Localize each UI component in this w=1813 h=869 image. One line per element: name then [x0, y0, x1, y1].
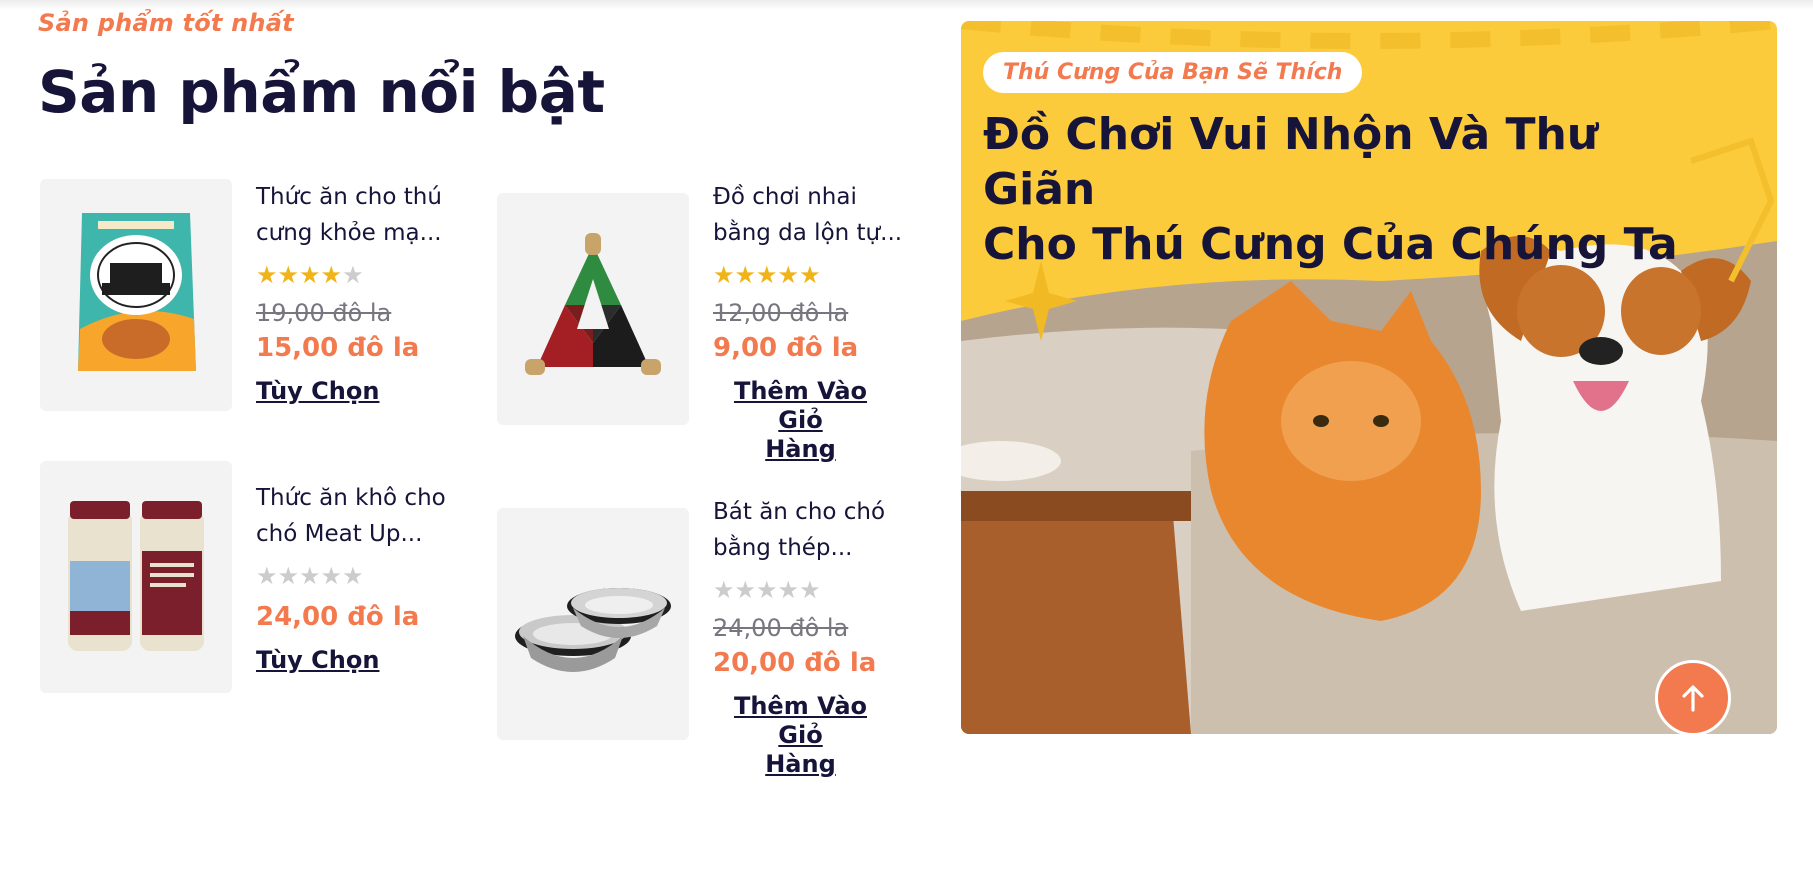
old-price: 24,00 đô la [713, 614, 849, 642]
section-eyebrow: Sản phẩm tốt nhất [38, 9, 294, 37]
star-icon: ★ [777, 261, 800, 289]
dog-treat-jars-icon [68, 501, 204, 651]
product-name[interactable]: Đồ chơi nhai bằng da lộn tự... [713, 179, 913, 251]
steel-bowls-icon [515, 588, 671, 672]
pet-food-pouch-icon [78, 213, 196, 371]
rating-stars: ★★★★★ [713, 261, 913, 289]
star-icon: ★ [342, 562, 364, 590]
sale-price: 15,00 đô la [256, 333, 420, 363]
star-icon: ★ [799, 261, 821, 289]
star-icon: ★ [277, 261, 300, 289]
star-icon: ★ [320, 562, 343, 590]
add-to-cart-button[interactable]: Thêm Vào Giỏ Hàng [713, 692, 888, 779]
chew-toy-icon [525, 233, 661, 375]
product-image-2[interactable] [497, 193, 689, 425]
star-icon: ★ [713, 261, 735, 289]
rating-stars: ★★★★★ [256, 261, 456, 289]
old-price: 19,00 đô la [256, 299, 392, 327]
product-card-2: Đồ chơi nhai bằng da lộn tự... ★★★★★ 12,… [497, 179, 917, 463]
star-icon: ★ [734, 261, 757, 289]
star-icon: ★ [342, 261, 364, 289]
star-icon: ★ [299, 261, 321, 289]
banner-title[interactable]: Đồ Chơi Vui Nhộn Và Thư Giãn Cho Thú Cưn… [983, 107, 1703, 272]
star-icon: ★ [320, 261, 343, 289]
arrow-up-icon [1682, 685, 1704, 712]
star-icon: ★ [756, 576, 778, 604]
sale-price: 9,00 đô la [713, 333, 859, 363]
sale-price: 24,00 đô la [256, 602, 420, 632]
banner-badge: Thú Cưng Của Bạn Sẽ Thích [983, 52, 1363, 93]
promo-banner[interactable]: Thú Cưng Của Bạn Sẽ Thích Đồ Chơi Vui Nh… [961, 21, 1777, 734]
product-card-3: Thức ăn khô cho chó Meat Up... ★★★★★ 24,… [40, 461, 460, 740]
product-card-1: Thức ăn cho thú cưng khỏe mạ... ★★★★★ 19… [40, 179, 460, 439]
star-icon: ★ [277, 562, 300, 590]
product-image-4[interactable] [497, 508, 689, 740]
scroll-to-top-button[interactable] [1655, 660, 1731, 736]
star-icon: ★ [777, 576, 800, 604]
product-name[interactable]: Thức ăn khô cho chó Meat Up... [256, 480, 456, 552]
star-icon: ★ [799, 576, 821, 604]
product-info-1: Thức ăn cho thú cưng khỏe mạ... ★★★★★ 19… [256, 179, 456, 405]
product-info-3: Thức ăn khô cho chó Meat Up... ★★★★★ 24,… [256, 480, 456, 674]
options-button[interactable]: Tùy Chọn [256, 646, 379, 674]
product-info-4: Bát ăn cho chó bằng thép... ★★★★★ 24,00 … [713, 494, 913, 779]
rating-stars: ★★★★★ [713, 576, 913, 604]
product-name[interactable]: Thức ăn cho thú cưng khỏe mạ... [256, 179, 456, 251]
section-title: Sản phẩm nổi bật [38, 58, 605, 126]
product-name[interactable]: Bát ăn cho chó bằng thép... [713, 494, 913, 566]
rating-stars: ★★★★★ [256, 562, 456, 590]
product-image-1[interactable] [40, 179, 232, 411]
options-button[interactable]: Tùy Chọn [256, 377, 379, 405]
product-image-3[interactable] [40, 461, 232, 693]
star-icon: ★ [756, 261, 778, 289]
star-icon: ★ [256, 562, 278, 590]
add-to-cart-button[interactable]: Thêm Vào Giỏ Hàng [713, 377, 888, 464]
product-info-2: Đồ chơi nhai bằng da lộn tự... ★★★★★ 12,… [713, 179, 913, 464]
product-card-4: Bát ăn cho chó bằng thép... ★★★★★ 24,00 … [497, 494, 917, 778]
star-icon: ★ [713, 576, 735, 604]
sale-price: 20,00 đô la [713, 648, 877, 678]
star-icon: ★ [256, 261, 278, 289]
star-icon: ★ [299, 562, 321, 590]
old-price: 12,00 đô la [713, 299, 849, 327]
star-icon: ★ [734, 576, 757, 604]
